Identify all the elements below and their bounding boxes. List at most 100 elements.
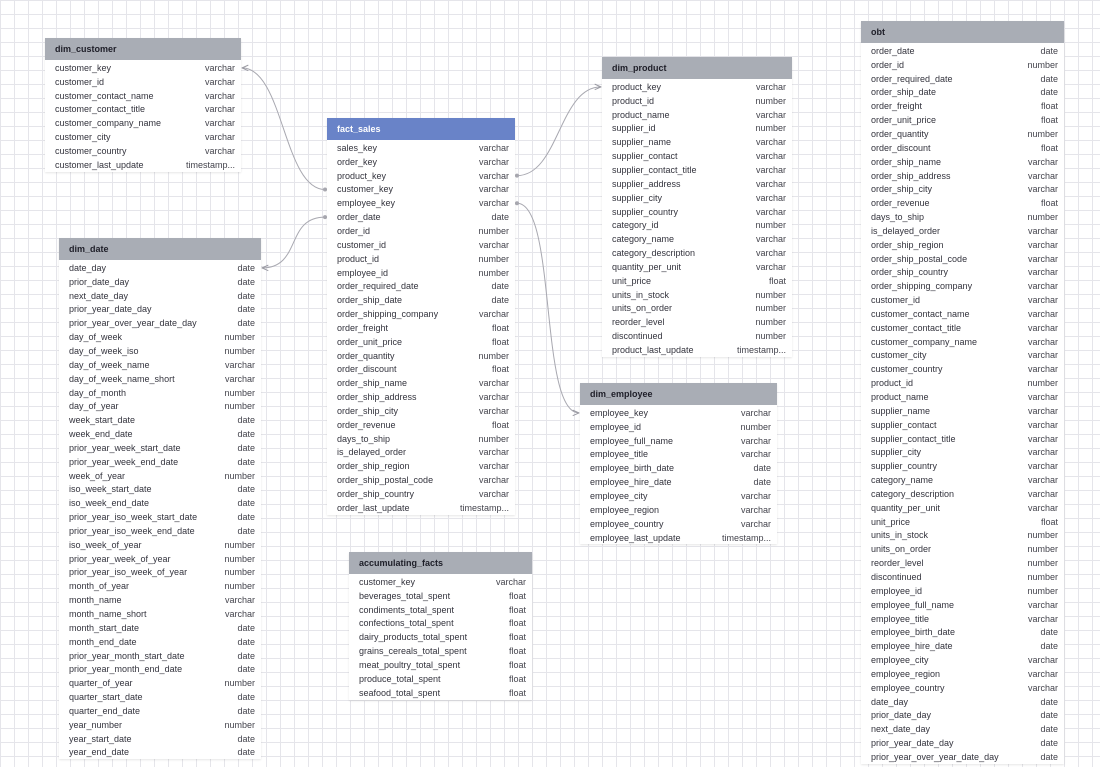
column-row[interactable]: order_ship_country varchar (861, 266, 1064, 280)
column-row[interactable]: year_number number (59, 718, 261, 732)
column-row[interactable]: supplier_contact varchar (861, 418, 1064, 432)
column-row[interactable]: reorder_level number (602, 315, 792, 329)
column-row[interactable]: day_of_week_iso number (59, 344, 261, 358)
column-row[interactable]: product_name varchar (861, 390, 1064, 404)
column-row[interactable]: prior_year_month_start_date date (59, 649, 261, 663)
column-row[interactable]: days_to_ship number (861, 210, 1064, 224)
column-row[interactable]: order_ship_date date (861, 86, 1064, 100)
column-row[interactable]: employee_region varchar (861, 667, 1064, 681)
column-row[interactable]: week_start_date date (59, 413, 261, 427)
column-row[interactable]: order_required_date date (861, 72, 1064, 86)
column-row[interactable]: seafood_total_spent float (349, 686, 532, 700)
column-row[interactable]: customer_contact_title varchar (861, 321, 1064, 335)
table-header[interactable]: fact_sales (327, 118, 515, 140)
column-row[interactable]: employee_key varchar (580, 406, 777, 420)
table-header[interactable]: dim_employee (580, 383, 777, 405)
column-row[interactable]: supplier_city varchar (861, 445, 1064, 459)
column-row[interactable]: order_discount float (327, 363, 515, 377)
column-row[interactable]: prior_date_day date (861, 709, 1064, 723)
table-fact-sales[interactable]: fact_sales sales_key varchar order_key varch… (327, 118, 515, 515)
column-row[interactable]: order_ship_city varchar (861, 182, 1064, 196)
column-row[interactable]: dairy_products_total_spent float (349, 630, 532, 644)
column-row[interactable]: discontinued number (602, 329, 792, 343)
column-row[interactable]: order_last_update timestamp... (327, 501, 515, 515)
column-row[interactable]: week_end_date date (59, 427, 261, 441)
column-row[interactable]: produce_total_spent float (349, 672, 532, 686)
column-row[interactable]: employee_last_update timestamp... (580, 531, 777, 545)
column-row[interactable]: next_date_day date (59, 289, 261, 303)
column-row[interactable]: supplier_country varchar (861, 459, 1064, 473)
column-row[interactable]: next_date_day date (861, 722, 1064, 736)
column-row[interactable]: supplier_name varchar (602, 135, 792, 149)
column-row[interactable]: prior_year_iso_week_start_date date (59, 510, 261, 524)
column-row[interactable]: order_quantity number (327, 349, 515, 363)
table-dim-product[interactable]: dim_product product_key varchar product_id n… (602, 57, 792, 357)
column-row[interactable]: customer_contact_name varchar (861, 307, 1064, 321)
column-row[interactable]: order_ship_postal_code varchar (861, 252, 1064, 266)
column-row[interactable]: supplier_contact varchar (602, 149, 792, 163)
column-row[interactable]: month_name varchar (59, 593, 261, 607)
column-row[interactable]: customer_key varchar (327, 183, 515, 197)
column-row[interactable]: month_end_date date (59, 635, 261, 649)
table-dim-customer[interactable]: dim_customer customer_key varchar customer_… (45, 38, 241, 172)
column-row[interactable]: category_description varchar (861, 487, 1064, 501)
column-row[interactable]: customer_country varchar (45, 144, 241, 158)
column-row[interactable]: quarter_start_date date (59, 690, 261, 704)
column-row[interactable]: prior_year_week_start_date date (59, 441, 261, 455)
column-row[interactable]: order_key varchar (327, 155, 515, 169)
column-row[interactable]: customer_contact_title varchar (45, 103, 241, 117)
column-row[interactable]: month_of_year number (59, 579, 261, 593)
column-row[interactable]: units_on_order number (602, 302, 792, 316)
column-row[interactable]: order_ship_name varchar (861, 155, 1064, 169)
column-row[interactable]: iso_week_end_date date (59, 496, 261, 510)
column-row[interactable]: employee_hire_date date (580, 475, 777, 489)
column-row[interactable]: day_of_week number (59, 330, 261, 344)
column-row[interactable]: order_date date (861, 44, 1064, 58)
column-row[interactable]: date_day date (861, 695, 1064, 709)
column-row[interactable]: product_id number (327, 252, 515, 266)
column-row[interactable]: year_start_date date (59, 732, 261, 746)
column-row[interactable]: reorder_level number (861, 556, 1064, 570)
column-row[interactable]: day_of_year number (59, 399, 261, 413)
column-row[interactable]: condiments_total_spent float (349, 603, 532, 617)
table-header[interactable]: obt (861, 21, 1064, 43)
column-row[interactable]: units_in_stock number (861, 529, 1064, 543)
column-row[interactable]: days_to_ship number (327, 432, 515, 446)
column-row[interactable]: meat_poultry_total_spent float (349, 658, 532, 672)
column-row[interactable]: product_id number (861, 376, 1064, 390)
column-row[interactable]: grains_cereals_total_spent float (349, 644, 532, 658)
column-row[interactable]: order_ship_postal_code varchar (327, 473, 515, 487)
column-row[interactable]: supplier_name varchar (861, 404, 1064, 418)
column-row[interactable]: confections_total_spent float (349, 617, 532, 631)
column-row[interactable]: supplier_country varchar (602, 205, 792, 219)
column-row[interactable]: customer_company_name varchar (861, 335, 1064, 349)
column-row[interactable]: prior_year_iso_week_of_year number (59, 566, 261, 580)
column-row[interactable]: month_name_short varchar (59, 607, 261, 621)
column-row[interactable]: units_in_stock number (602, 288, 792, 302)
column-row[interactable]: employee_title varchar (861, 612, 1064, 626)
column-row[interactable]: order_quantity number (861, 127, 1064, 141)
table-header[interactable]: dim_product (602, 57, 792, 79)
column-row[interactable]: iso_week_of_year number (59, 538, 261, 552)
column-row[interactable]: employee_birth_date date (861, 625, 1064, 639)
column-row[interactable]: prior_date_day date (59, 275, 261, 289)
column-row[interactable]: quarter_end_date date (59, 704, 261, 718)
column-row[interactable]: discontinued number (861, 570, 1064, 584)
column-row[interactable]: order_shipping_company varchar (861, 279, 1064, 293)
table-header[interactable]: dim_customer (45, 38, 241, 60)
column-row[interactable]: customer_id varchar (861, 293, 1064, 307)
column-row[interactable]: day_of_week_name varchar (59, 358, 261, 372)
column-row[interactable]: order_date date (327, 210, 515, 224)
table-obt[interactable]: obt order_date date order_id number order_req… (861, 21, 1064, 764)
column-row[interactable]: order_id number (861, 58, 1064, 72)
column-row[interactable]: order_ship_name varchar (327, 376, 515, 390)
column-row[interactable]: employee_id number (580, 420, 777, 434)
column-row[interactable]: is_delayed_order varchar (861, 224, 1064, 238)
column-row[interactable]: quantity_per_unit varchar (861, 501, 1064, 515)
column-row[interactable]: prior_year_over_year_date_day date (861, 750, 1064, 764)
column-row[interactable]: supplier_id number (602, 122, 792, 136)
column-row[interactable]: order_ship_date date (327, 293, 515, 307)
column-row[interactable]: employee_id number (861, 584, 1064, 598)
column-row[interactable]: product_key varchar (602, 80, 792, 94)
column-row[interactable]: sales_key varchar (327, 141, 515, 155)
